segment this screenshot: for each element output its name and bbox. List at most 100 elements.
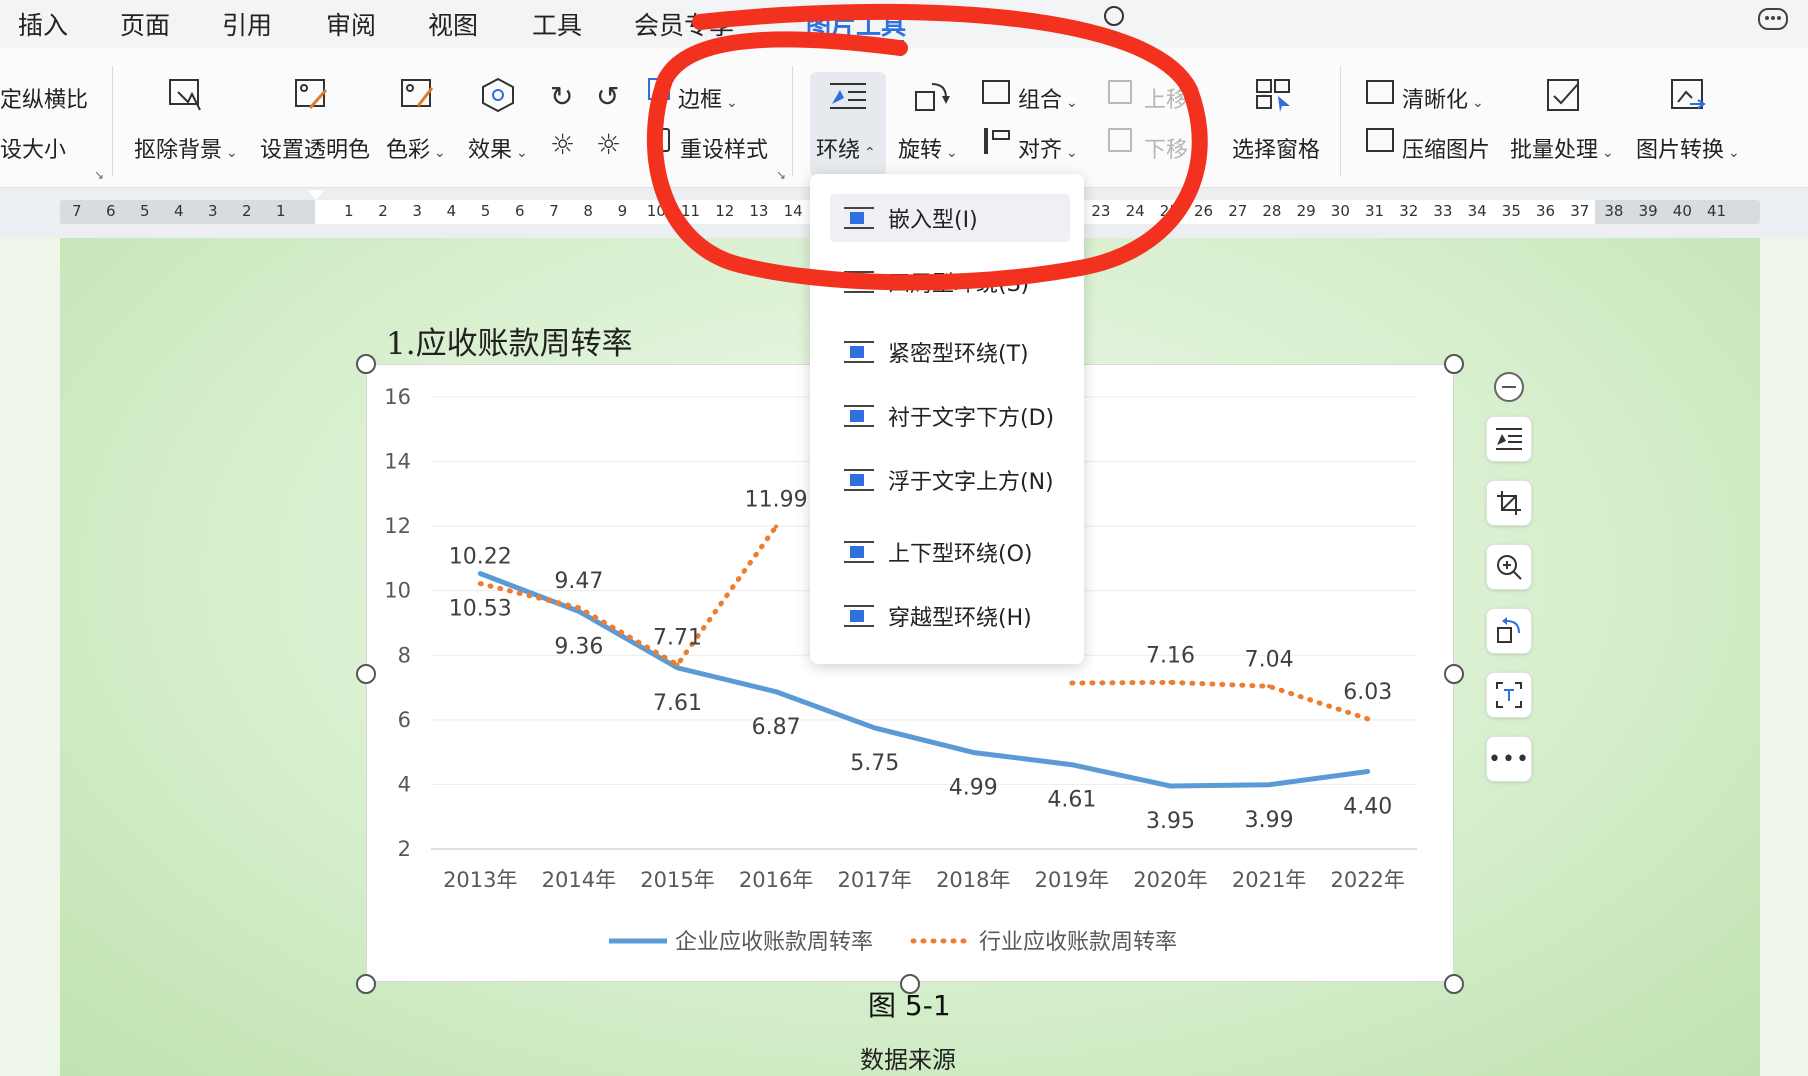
ruler-number: 41 (1707, 202, 1727, 220)
data-point (1069, 762, 1074, 767)
border-icon (648, 78, 670, 100)
zoom-in-icon[interactable] (1486, 544, 1532, 590)
dialog-launcher-icon[interactable]: ↘ (94, 168, 104, 182)
more-options-icon[interactable]: ••• (1486, 736, 1532, 782)
wrap-option-inline[interactable]: 嵌入型(I) (830, 194, 1070, 242)
wrap-option-behind-text[interactable]: 衬于文字下方(D) (830, 392, 1070, 440)
active-tab-indicator (802, 40, 904, 44)
indent-marker[interactable] (308, 190, 324, 238)
ribbon-toolbar: 定纵横比 设大小 ↘ 抠除背景 ⌄ 设置透明色 色彩 ⌄ 效果 ⌄ ↻ ↺ ☼ ☼ 边… (0, 48, 1808, 188)
tab-member[interactable]: 会员专享 (634, 6, 734, 42)
y-tick-label: 12 (384, 514, 411, 538)
set-transparent-button[interactable]: 设置透明色 (260, 132, 370, 164)
tab-picture-tools[interactable]: 图片工具 (806, 6, 906, 42)
selection-pane-button[interactable]: 选择窗格 (1232, 132, 1320, 164)
reset-size-label[interactable]: 设大小 (0, 132, 66, 164)
tab-reference[interactable]: 引用 (222, 6, 272, 42)
tab-review[interactable]: 审阅 (326, 6, 376, 42)
brightness-down-icon[interactable]: ☼ (596, 128, 621, 161)
reset-style-icon (648, 128, 670, 152)
data-label: 6.03 (1343, 680, 1392, 705)
lock-ratio-label[interactable]: 定纵横比 (0, 82, 88, 114)
data-label: 10.53 (449, 597, 512, 622)
align-icon (984, 128, 988, 154)
ruler-number: 29 (1296, 202, 1316, 220)
data-label: 6.87 (752, 715, 801, 740)
compress-icon (1366, 128, 1394, 152)
wrap-square-icon (844, 271, 874, 293)
search-icon[interactable] (1104, 6, 1124, 26)
ruler-number: 3 (412, 202, 422, 220)
tab-tools[interactable]: 工具 (532, 6, 582, 42)
layout-options-icon[interactable] (1486, 416, 1532, 462)
ruler-number: 8 (583, 202, 593, 220)
ruler-number: 9 (617, 202, 628, 220)
wrap-front-icon (844, 469, 874, 491)
y-tick-label: 10 (384, 579, 411, 603)
wrap-through-icon (844, 605, 874, 627)
tab-page[interactable]: 页面 (120, 6, 170, 42)
picture-convert-button[interactable]: 图片转换 ⌄ (1636, 132, 1740, 164)
resize-handle-middle-right[interactable] (1444, 664, 1464, 684)
ribbon-separator (112, 66, 113, 176)
send-backward-button[interactable]: 下移 (1144, 132, 1188, 164)
rotate-icon (912, 78, 952, 116)
border-button[interactable]: 边框 ⌄ (678, 82, 738, 114)
resize-handle-bottom-left[interactable] (356, 974, 376, 994)
group-button[interactable]: 组合 ⌄ (1018, 82, 1078, 114)
chart-title: 1.应收账款周转率 (386, 326, 633, 362)
ruler-number: 36 (1536, 202, 1556, 220)
color-button[interactable]: 色彩 ⌄ (386, 132, 446, 164)
wrap-option-in-front[interactable]: 浮于文字上方(N) (830, 456, 1070, 504)
extract-text-icon[interactable] (1486, 672, 1532, 718)
ruler-number: 10 (646, 202, 666, 220)
resize-handle-top-right[interactable] (1444, 354, 1464, 374)
batch-process-button[interactable]: 批量处理 ⌄ (1510, 132, 1614, 164)
x-tick-label: 2014年 (542, 868, 616, 892)
chat-bubble-icon[interactable] (1758, 8, 1788, 30)
resize-handle-top-left[interactable] (356, 354, 376, 374)
rotate-brightness-down-icon[interactable]: ↺ (596, 80, 619, 113)
ruler-number: 2 (378, 202, 388, 220)
bring-forward-button[interactable]: 上移 (1144, 82, 1188, 114)
align-button[interactable]: 对齐 ⌄ (1018, 132, 1078, 164)
compress-picture-button[interactable]: 压缩图片 (1402, 132, 1490, 164)
x-tick-label: 2016年 (739, 868, 813, 892)
wrap-option-tight[interactable]: 紧密型环绕(T) (830, 328, 1070, 376)
collapse-tools-icon[interactable] (1494, 372, 1524, 402)
data-point (1168, 784, 1173, 789)
ruler-number: 30 (1330, 202, 1350, 220)
data-label: 7.04 (1245, 647, 1294, 672)
sharpen-button[interactable]: 清晰化 ⌄ (1402, 82, 1484, 114)
ruler-number: 39 (1638, 202, 1658, 220)
data-point (675, 662, 680, 667)
wrap-behind-icon (844, 405, 874, 427)
tab-view[interactable]: 视图 (428, 6, 478, 42)
data-point (478, 581, 483, 586)
rotate-button[interactable]: 旋转 ⌄ (898, 132, 958, 164)
wrap-option-through[interactable]: 穿越型环绕(H) (830, 592, 1070, 640)
wrap-option-top-bottom[interactable]: 上下型环绕(O) (830, 528, 1070, 576)
crop-icon[interactable] (1486, 480, 1532, 526)
wrap-inline-icon (844, 207, 874, 229)
brightness-up-icon[interactable]: ☼ (550, 128, 575, 161)
remove-background-icon (166, 76, 206, 114)
x-tick-label: 2015年 (640, 868, 714, 892)
dialog-launcher-icon[interactable]: ↘ (776, 168, 786, 182)
wrap-button[interactable]: 环绕 ⌃ (816, 132, 876, 164)
resize-handle-bottom-right[interactable] (1444, 974, 1464, 994)
rotate-picture-icon[interactable] (1486, 608, 1532, 654)
effect-button[interactable]: 效果 ⌄ (468, 132, 528, 164)
data-point (1168, 680, 1173, 685)
ruler-number: 25 (1159, 202, 1179, 220)
rotate-brightness-up-icon[interactable]: ↻ (550, 80, 573, 113)
data-point (971, 750, 976, 755)
tab-insert[interactable]: 插入 (18, 6, 68, 42)
resize-handle-middle-left[interactable] (356, 664, 376, 684)
remove-background-button[interactable]: 抠除背景 ⌄ (134, 132, 238, 164)
ribbon-separator (792, 66, 793, 176)
reset-style-button[interactable]: 重设样式 (680, 132, 768, 164)
text-wrap-icon (828, 78, 868, 116)
wrap-option-square[interactable]: 四周型环绕(S) (830, 258, 1070, 306)
ruler-number: 11 (681, 202, 701, 220)
